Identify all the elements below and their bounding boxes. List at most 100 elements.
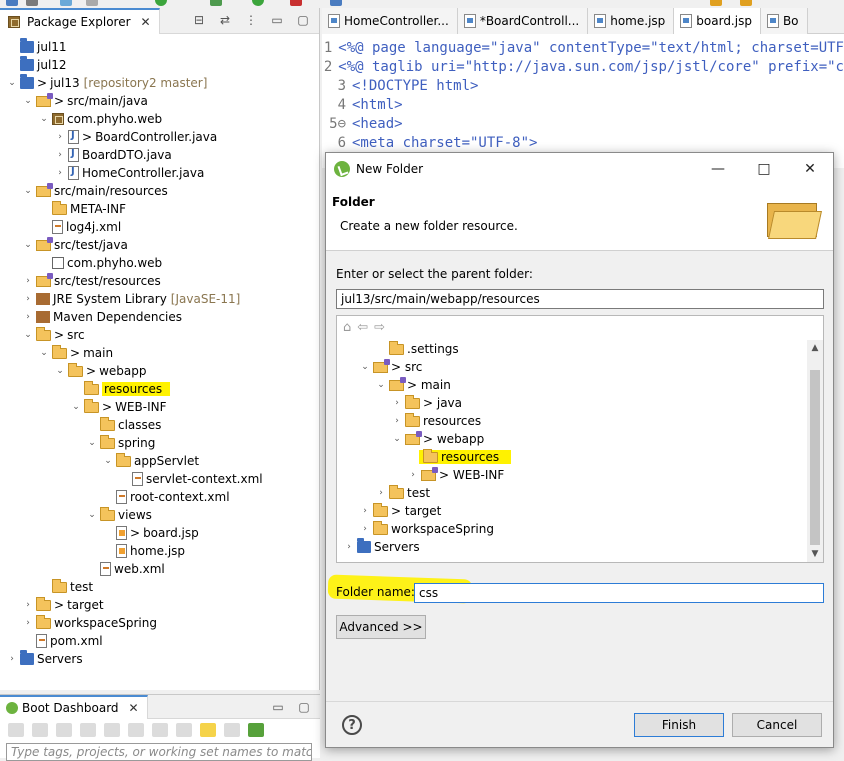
lightbulb-icon[interactable]	[200, 723, 216, 737]
tree-item[interactable]: jul11	[6, 38, 67, 56]
minimize-icon[interactable]: ▭	[270, 699, 286, 715]
start-icon[interactable]	[32, 723, 48, 737]
collapsed-chevron-icon[interactable]: ›	[54, 132, 66, 142]
nav-back-icon[interactable]	[710, 0, 722, 6]
expanded-chevron-icon[interactable]: ⌄	[38, 114, 50, 124]
collapsed-chevron-icon[interactable]: ›	[22, 312, 34, 322]
filter-input[interactable]: Type tags, projects, or working set name…	[6, 743, 312, 761]
toolbar-button[interactable]	[330, 0, 342, 6]
collapsed-chevron-icon[interactable]: ›	[22, 276, 34, 286]
folder-tree-item[interactable]: resources	[407, 448, 512, 466]
folder-tree-item[interactable]: › > java	[391, 394, 462, 412]
forward-icon[interactable]: ⇨	[374, 320, 385, 335]
collapsed-chevron-icon[interactable]: ›	[6, 654, 18, 664]
help-icon[interactable]: ?	[342, 715, 362, 735]
editor-tab[interactable]: home.jsp	[588, 8, 675, 34]
folder-tree-item[interactable]: › > target	[359, 502, 441, 520]
folder-tree-item[interactable]: › resources	[391, 412, 481, 430]
tree-item[interactable]: › HomeController.java	[54, 164, 204, 182]
collapse-all-icon[interactable]: ⊟	[191, 12, 207, 28]
view-menu-icon[interactable]: ⋮	[243, 12, 259, 28]
tree-item[interactable]: ⌄ > src	[22, 326, 85, 344]
console-icon[interactable]	[104, 723, 120, 737]
stop-icon[interactable]	[80, 723, 96, 737]
collapsed-chevron-icon[interactable]: ›	[22, 294, 34, 304]
tree-item[interactable]: › >BoardController.java	[54, 128, 217, 146]
maximize-icon[interactable]: ▢	[295, 12, 311, 28]
add-icon[interactable]	[248, 723, 264, 737]
tree-item[interactable]: ⌄ appServlet	[102, 452, 199, 470]
tree-item[interactable]: ⌄ views	[86, 506, 152, 524]
tree-item[interactable]: ⌄ src/main/resources	[22, 182, 168, 200]
toolbar-button[interactable]	[60, 0, 72, 6]
tree-item[interactable]: ⌄ src/test/java	[22, 236, 128, 254]
back-icon[interactable]: ⇦	[357, 320, 368, 335]
collapsed-chevron-icon[interactable]: ›	[407, 470, 419, 480]
close-icon[interactable]: ✕	[129, 701, 139, 715]
toolbar-button[interactable]	[86, 0, 98, 6]
tree-item[interactable]: ⌄ > src/main/java	[22, 92, 148, 110]
expanded-chevron-icon[interactable]: ⌄	[22, 186, 34, 196]
selected-folder[interactable]: resources	[419, 448, 512, 464]
tree-item[interactable]: ⌄ > jul13 [repository2 master]	[6, 74, 207, 92]
editor-tab[interactable]: Bo	[760, 8, 808, 34]
minimize-button[interactable]: —	[695, 153, 741, 185]
tree-item[interactable]: ⌄ > WEB-INF	[70, 398, 167, 416]
run-icon[interactable]	[155, 0, 167, 6]
expanded-chevron-icon[interactable]: ⌄	[54, 366, 66, 376]
collapsed-chevron-icon[interactable]: ›	[54, 168, 66, 178]
tree-item[interactable]: › Maven Dependencies	[22, 308, 182, 326]
expanded-chevron-icon[interactable]: ⌄	[6, 78, 18, 88]
collapsed-chevron-icon[interactable]: ›	[359, 524, 371, 534]
close-icon[interactable]: ✕	[141, 15, 151, 29]
tree-scrollbar[interactable]: ▲ ▼	[807, 340, 823, 562]
browser-icon[interactable]	[128, 723, 144, 737]
code-view[interactable]: 1 <%@ page language="java" contentType="t…	[322, 40, 844, 154]
tree-item[interactable]: ⌄ > webapp	[54, 362, 146, 380]
editor-tab[interactable]: *BoardControll...	[457, 8, 589, 34]
tree-item[interactable]: root-context.xml	[102, 488, 230, 506]
minimize-icon[interactable]: ▭	[269, 12, 285, 28]
grid-icon[interactable]	[176, 723, 192, 737]
tree-item[interactable]: com.phyho.web	[38, 254, 162, 272]
scroll-up-icon[interactable]: ▲	[807, 340, 823, 356]
close-button[interactable]: ✕	[787, 153, 833, 185]
expanded-chevron-icon[interactable]: ⌄	[70, 402, 82, 412]
cancel-button[interactable]: Cancel	[732, 713, 822, 737]
editor-tab[interactable]: board.jsp	[674, 8, 761, 34]
folder-tree-item[interactable]: ⌄ > src	[359, 358, 422, 376]
parent-folder-input[interactable]: jul13/src/main/webapp/resources	[336, 289, 824, 309]
collapsed-chevron-icon[interactable]: ›	[359, 506, 371, 516]
tree-item[interactable]: > board.jsp	[102, 524, 199, 542]
tree-item[interactable]: › src/test/resources	[22, 272, 161, 290]
nav-forward-icon[interactable]	[740, 0, 752, 6]
edit-icon[interactable]	[152, 723, 168, 737]
tab-package-explorer[interactable]: Package Explorer ✕	[0, 8, 160, 34]
tree-item[interactable]: pom.xml	[22, 632, 103, 650]
tree-item[interactable]: ⌄ spring	[86, 434, 155, 452]
tree-item[interactable]: › > target	[22, 596, 104, 614]
scroll-down-icon[interactable]: ▼	[807, 546, 823, 562]
refresh-icon[interactable]	[8, 723, 24, 737]
collapsed-chevron-icon[interactable]: ›	[54, 150, 66, 160]
collapsed-chevron-icon[interactable]: ›	[391, 398, 403, 408]
tree-item[interactable]: classes	[86, 416, 161, 434]
expanded-chevron-icon[interactable]: ⌄	[375, 380, 387, 390]
collapsed-chevron-icon[interactable]: ›	[22, 600, 34, 610]
tree-item[interactable]: ⌄ com.phyho.web	[38, 110, 162, 128]
tree-item[interactable]: test	[38, 578, 93, 596]
toolbar-button[interactable]	[6, 0, 18, 6]
collapsed-chevron-icon[interactable]: ›	[375, 488, 387, 498]
tree-item[interactable]: web.xml	[86, 560, 165, 578]
expanded-chevron-icon[interactable]: ⌄	[22, 330, 34, 340]
expanded-chevron-icon[interactable]: ⌄	[102, 456, 114, 466]
expanded-chevron-icon[interactable]: ⌄	[359, 362, 371, 372]
stop-icon[interactable]	[290, 0, 302, 6]
tab-boot-dashboard[interactable]: Boot Dashboard ✕	[0, 695, 148, 719]
folder-tree-item[interactable]: ⌄ > main	[375, 376, 451, 394]
link-editor-icon[interactable]: ⇄	[217, 12, 233, 28]
collapsed-chevron-icon[interactable]: ›	[391, 416, 403, 426]
run-icon[interactable]	[252, 0, 264, 6]
tree-item[interactable]: › Servers	[6, 650, 83, 668]
folder-tree-item[interactable]: › workspaceSpring	[359, 520, 494, 538]
